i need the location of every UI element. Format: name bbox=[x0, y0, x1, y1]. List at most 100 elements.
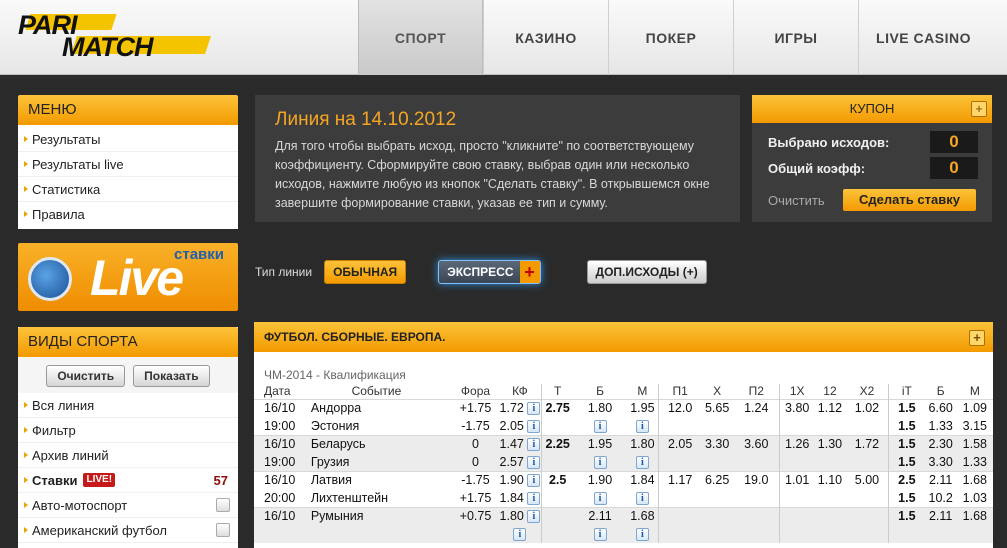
handicap-odds-value[interactable]: 1.84 bbox=[500, 491, 524, 505]
make-bet-button[interactable]: Сделать ставку bbox=[843, 189, 976, 211]
nav-tab-live-casino[interactable]: LIVE CASINO bbox=[858, 0, 988, 75]
odds-x[interactable]: 6.25 bbox=[701, 470, 734, 489]
info-icon[interactable]: i bbox=[593, 528, 607, 542]
ind-total-under[interactable]: 1.68 bbox=[956, 470, 993, 489]
sport-item-all[interactable]: Вся линия bbox=[18, 393, 238, 418]
total-over-odds[interactable]: 2.11 bbox=[573, 506, 627, 525]
ind-total-over[interactable]: 1.33 bbox=[925, 417, 957, 435]
menu-item-statistics[interactable]: Статистика bbox=[18, 177, 238, 202]
handicap-odds-value[interactable]: 2.05 bbox=[500, 419, 524, 433]
odds-p1[interactable] bbox=[658, 506, 702, 525]
handicap-odds-value[interactable]: 2.57 bbox=[500, 455, 524, 469]
total-under-odds[interactable]: 1.84 bbox=[626, 470, 659, 489]
info-icon[interactable]: i bbox=[593, 419, 607, 433]
ind-total-over[interactable]: 2.11 bbox=[924, 506, 957, 525]
info-icon[interactable]: i bbox=[635, 491, 649, 505]
odds-1x[interactable]: 1.26 bbox=[779, 434, 814, 453]
menu-item-results[interactable]: Результаты bbox=[18, 127, 238, 152]
total-over-odds[interactable]: 1.90 bbox=[573, 470, 627, 489]
sport-checkbox[interactable] bbox=[216, 523, 230, 537]
total-over-odds[interactable]: 1.95 bbox=[573, 434, 627, 453]
handicap-odds[interactable]: 2.57 i bbox=[498, 453, 542, 471]
handicap-odds-value[interactable]: 1.47 bbox=[500, 437, 524, 451]
sport-item-american-football[interactable]: Американский футбол bbox=[18, 518, 238, 543]
odds-x[interactable] bbox=[701, 506, 734, 525]
ind-total-under[interactable]: 1.58 bbox=[956, 434, 993, 453]
total-under-odds[interactable]: 1.68 bbox=[626, 506, 659, 525]
expand-icon[interactable]: + bbox=[969, 330, 985, 346]
handicap-odds[interactable]: 1.72 i bbox=[498, 398, 542, 417]
ind-total-over[interactable]: 2.11 bbox=[924, 470, 957, 489]
sport-item-live[interactable]: Ставки LIVE! 57 bbox=[18, 468, 238, 493]
odds-x[interactable]: 3.30 bbox=[701, 434, 734, 453]
handicap-odds[interactable]: 1.84 i bbox=[499, 489, 542, 507]
odds-p2[interactable]: 1.24 bbox=[733, 398, 780, 417]
handicap-odds[interactable]: 2.05 i bbox=[499, 417, 542, 435]
ind-total-under[interactable]: 1.03 bbox=[957, 489, 993, 507]
info-icon[interactable]: i bbox=[593, 491, 607, 505]
ind-total-under[interactable] bbox=[956, 525, 993, 543]
sport-checkbox[interactable] bbox=[216, 498, 230, 512]
ind-total-under[interactable]: 1.68 bbox=[956, 506, 993, 525]
odds-x[interactable]: 5.65 bbox=[701, 398, 734, 417]
handicap-odds[interactable]: 1.80 i bbox=[498, 506, 542, 525]
ind-total-over[interactable]: 6.60 bbox=[924, 398, 957, 417]
info-icon[interactable]: i bbox=[635, 419, 649, 433]
total-under-odds[interactable]: 1.95 bbox=[626, 398, 659, 417]
menu-item-rules[interactable]: Правила bbox=[18, 202, 238, 227]
nav-tab-sport[interactable]: СПОРТ bbox=[358, 0, 483, 75]
info-icon[interactable]: i bbox=[527, 402, 541, 416]
menu-item-results-live[interactable]: Результаты live bbox=[18, 152, 238, 177]
sport-item-archive[interactable]: Архив линий bbox=[18, 443, 238, 468]
info-icon[interactable]: i bbox=[527, 491, 541, 505]
sport-item-motorsport[interactable]: Авто-мотоспорт bbox=[18, 493, 238, 518]
handicap-odds[interactable]: 1.47 i bbox=[498, 434, 542, 453]
info-icon[interactable]: i bbox=[527, 474, 541, 488]
info-icon[interactable]: i bbox=[513, 528, 527, 542]
express-button[interactable]: ЭКСПРЕСС + bbox=[438, 260, 541, 284]
handicap-odds-value[interactable]: 1.72 bbox=[500, 401, 524, 415]
sports-show-button[interactable]: Показать bbox=[133, 365, 210, 387]
odds-p2[interactable]: 19.0 bbox=[733, 470, 780, 489]
odds-x2[interactable] bbox=[845, 506, 889, 525]
odds-p1[interactable]: 12.0 bbox=[658, 398, 702, 417]
odds-12[interactable]: 1.12 bbox=[814, 398, 846, 417]
info-icon[interactable]: i bbox=[527, 510, 541, 524]
sport-item-filter[interactable]: Фильтр bbox=[18, 418, 238, 443]
info-icon[interactable]: i bbox=[527, 419, 541, 433]
info-icon[interactable]: i bbox=[527, 438, 541, 452]
total-under-odds[interactable]: 1.80 bbox=[626, 434, 659, 453]
info-icon[interactable]: i bbox=[635, 455, 649, 469]
odds-p1[interactable]: 2.05 bbox=[658, 434, 702, 453]
ind-total-over[interactable]: 10.2 bbox=[925, 489, 957, 507]
handicap-odds[interactable]: 1.90 i bbox=[498, 470, 542, 489]
odds-x2[interactable]: 1.02 bbox=[845, 398, 889, 417]
ordinary-line-button[interactable]: ОБЫЧНАЯ bbox=[324, 260, 407, 284]
odds-1x[interactable]: 1.01 bbox=[779, 470, 814, 489]
ind-total-over[interactable]: 2.30 bbox=[924, 434, 957, 453]
live-bets-banner[interactable]: Live ставки bbox=[18, 243, 238, 311]
parimatch-logo[interactable]: PARI MATCH bbox=[18, 8, 211, 64]
ind-total-under[interactable]: 3.15 bbox=[957, 417, 993, 435]
odds-p2[interactable] bbox=[733, 506, 780, 525]
odds-x2[interactable]: 1.72 bbox=[845, 434, 889, 453]
nav-tab-poker[interactable]: ПОКЕР bbox=[608, 0, 733, 75]
coupon-clear-link[interactable]: Очистить bbox=[768, 193, 825, 208]
odds-1x[interactable]: 3.80 bbox=[779, 398, 814, 417]
handicap-odds[interactable]: i bbox=[498, 525, 542, 543]
ind-total-under[interactable]: 1.33 bbox=[956, 453, 993, 471]
odds-1x[interactable] bbox=[779, 506, 814, 525]
nav-tab-casino[interactable]: КАЗИНО bbox=[483, 0, 608, 75]
handicap-odds-value[interactable]: 1.80 bbox=[500, 509, 524, 523]
nav-tab-games[interactable]: ИГРЫ bbox=[733, 0, 858, 75]
handicap-odds-value[interactable]: 1.90 bbox=[500, 473, 524, 487]
info-icon[interactable]: i bbox=[635, 528, 649, 542]
odds-12[interactable]: 1.30 bbox=[814, 434, 846, 453]
odds-p2[interactable]: 3.60 bbox=[733, 434, 780, 453]
odds-p1[interactable]: 1.17 bbox=[658, 470, 702, 489]
odds-x2[interactable]: 5.00 bbox=[845, 470, 889, 489]
total-over-odds[interactable]: 1.80 bbox=[573, 398, 627, 417]
extra-outcomes-button[interactable]: ДОП.ИСХОДЫ (+) bbox=[586, 260, 707, 284]
expand-icon[interactable]: + bbox=[971, 101, 987, 117]
sports-clear-button[interactable]: Очистить bbox=[46, 365, 126, 387]
